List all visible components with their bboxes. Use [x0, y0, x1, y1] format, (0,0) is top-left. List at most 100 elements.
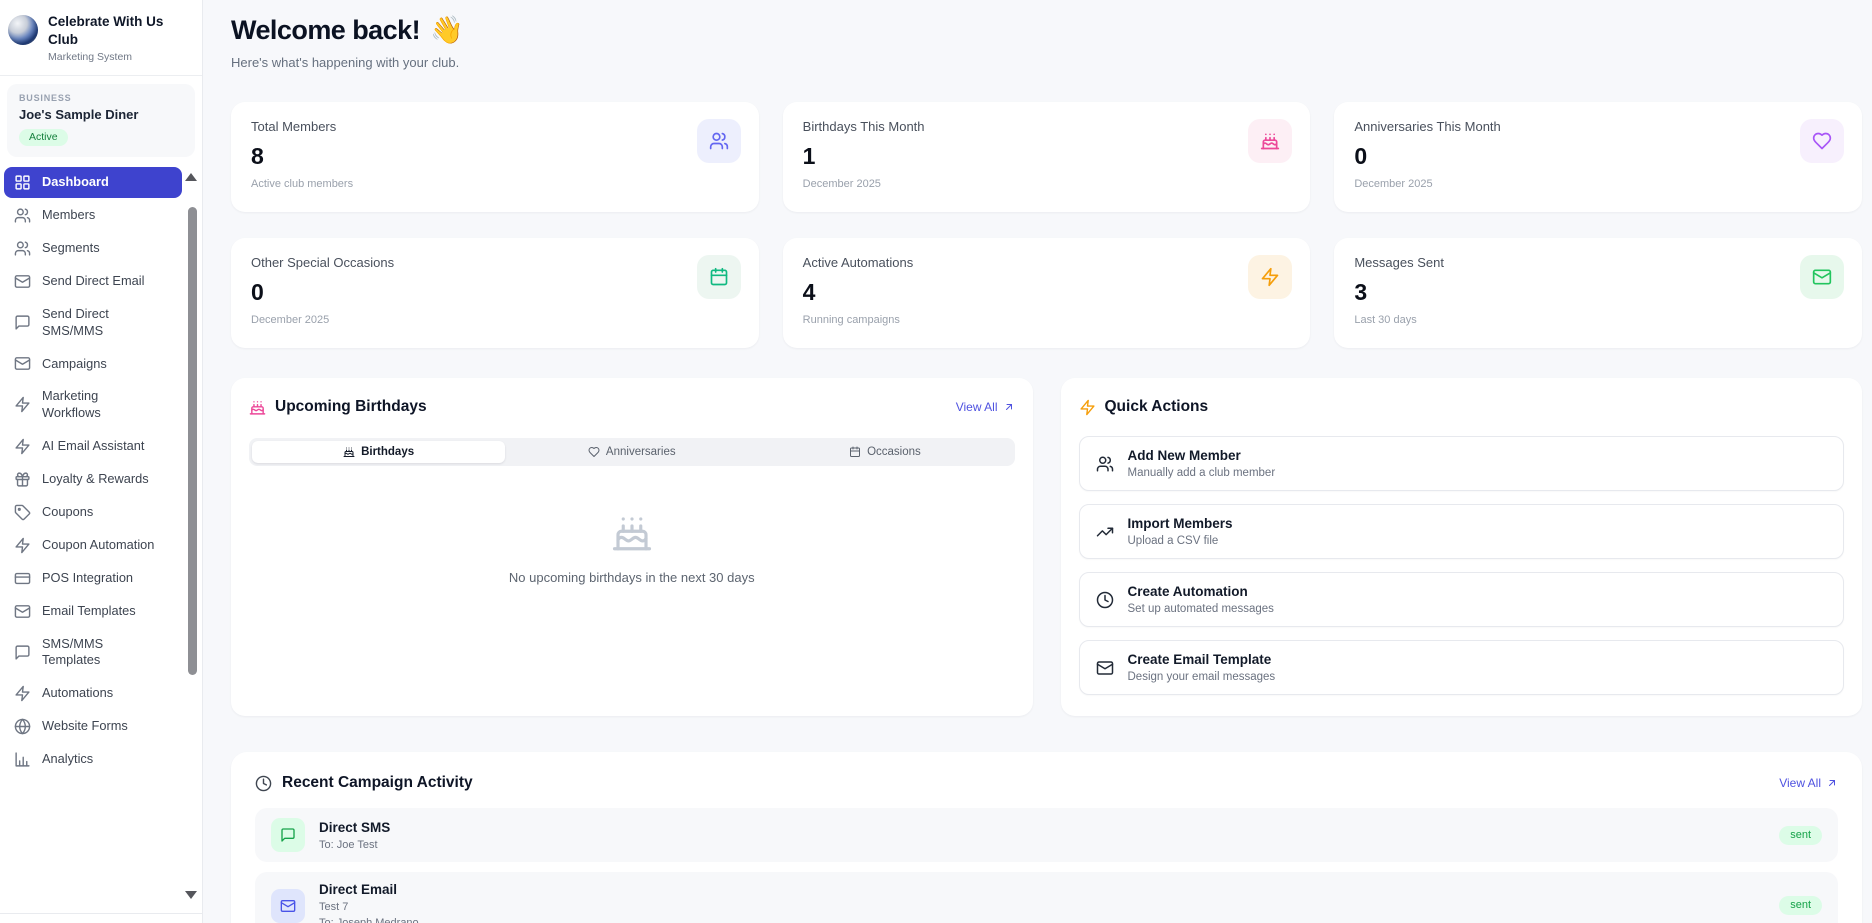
recent-campaign-activity-card: Recent Campaign Activity View All Direct… [231, 752, 1862, 923]
stat-sublabel: December 2025 [251, 314, 739, 326]
calendar-icon [697, 255, 741, 299]
app-logo [8, 15, 38, 45]
sidebar-item-dashboard[interactable]: Dashboard [4, 167, 182, 198]
action-subtitle: Manually add a club member [1128, 467, 1276, 479]
action-title: Import Members [1128, 516, 1233, 531]
cake-icon [611, 512, 653, 554]
gift-icon [14, 471, 31, 488]
credit-card-icon [14, 570, 31, 587]
stat-label: Messages Sent [1354, 255, 1842, 270]
stat-sublabel: Active club members [251, 178, 739, 190]
action-subtitle: Upload a CSV file [1128, 535, 1233, 547]
activity-subject: Test 7 [319, 901, 419, 913]
birthdays-view-all-link[interactable]: View All [956, 400, 1015, 414]
sidebar-item-label: Coupons [42, 504, 93, 521]
activity-row-direct-email[interactable]: Direct Email Test 7 To: Joseph Medrano s… [255, 872, 1838, 923]
sidebar-item-website-forms[interactable]: Website Forms [4, 711, 182, 742]
clock-icon [255, 775, 272, 792]
sidebar-item-members[interactable]: Members [4, 200, 182, 231]
page-subtitle: Here's what's happening with your club. [231, 55, 1862, 70]
action-title: Create Automation [1128, 584, 1274, 599]
stat-value: 4 [803, 279, 1291, 306]
sidebar-item-label: Loyalty & Rewards [42, 471, 149, 488]
app-header: Celebrate With Us Club Marketing System [0, 0, 202, 75]
stat-value: 8 [251, 143, 739, 170]
mail-icon [14, 273, 31, 290]
message-square-icon [14, 644, 31, 661]
import-members-button[interactable]: Import Members Upload a CSV file [1079, 504, 1845, 559]
sidebar-item-label: Analytics [42, 751, 93, 768]
stat-card-total-members: Total Members 8 Active club members [231, 102, 759, 212]
activity-title: Direct Email [319, 882, 419, 897]
tab-anniversaries[interactable]: Anniversaries [505, 441, 758, 463]
clock-icon [1096, 591, 1114, 609]
sidebar-item-label: Coupon Automation [42, 537, 154, 554]
bar-chart-icon [14, 751, 31, 768]
sidebar-item-label: Marketing Workflows [42, 388, 122, 421]
sidebar-item-loyalty-rewards[interactable]: Loyalty & Rewards [4, 464, 182, 495]
quick-actions-list: Add New Member Manually add a club membe… [1079, 436, 1845, 695]
main-content: Welcome back! 👋 Here's what's happening … [203, 0, 1872, 923]
sidebar-item-label: Send Direct Email [42, 273, 144, 290]
activity-row-direct-sms[interactable]: Direct SMS To: Joe Test sent [255, 808, 1838, 862]
sidebar-footer-divider [0, 913, 202, 923]
tab-occasions[interactable]: Occasions [758, 441, 1011, 463]
scroll-up-arrow-icon[interactable] [185, 173, 197, 181]
sidebar-scrollbar-thumb[interactable] [188, 207, 197, 675]
sidebar-item-sms-templates[interactable]: SMS/MMS Templates [4, 629, 182, 676]
sidebar-item-pos-integration[interactable]: POS Integration [4, 563, 182, 594]
tab-birthdays[interactable]: Birthdays [252, 441, 505, 463]
stats-grid: Total Members 8 Active club members Birt… [231, 102, 1862, 348]
divider [0, 75, 202, 76]
sidebar-item-label: SMS/MMS Templates [42, 636, 122, 669]
tab-label: Occasions [867, 446, 921, 458]
stat-value: 3 [1354, 279, 1842, 306]
sidebar-item-marketing-workflows[interactable]: Marketing Workflows [4, 381, 182, 428]
view-all-label: View All [956, 400, 998, 414]
empty-state-text: No upcoming birthdays in the next 30 day… [249, 570, 1015, 585]
scroll-down-arrow-icon[interactable] [185, 891, 197, 899]
business-status-badge: Active [19, 129, 68, 146]
cake-icon [1248, 119, 1292, 163]
stat-value: 0 [1354, 143, 1842, 170]
sidebar-item-send-direct-sms[interactable]: Send Direct SMS/MMS [4, 299, 182, 346]
user-plus-icon [1096, 455, 1114, 473]
sidebar-item-analytics[interactable]: Analytics [4, 744, 182, 775]
panels-row: Upcoming Birthdays View All Birthdays An… [231, 378, 1862, 716]
sidebar-item-segments[interactable]: Segments [4, 233, 182, 264]
sidebar-item-coupon-automation[interactable]: Coupon Automation [4, 530, 182, 561]
business-name: Joe's Sample Diner [19, 107, 183, 122]
stat-card-occasions: Other Special Occasions 0 December 2025 [231, 238, 759, 348]
stat-sublabel: December 2025 [803, 178, 1291, 190]
sidebar-item-email-templates[interactable]: Email Templates [4, 596, 182, 627]
activity-view-all-link[interactable]: View All [1779, 776, 1838, 790]
page-title-text: Welcome back! [231, 15, 420, 46]
app-subtitle: Marketing System [48, 51, 192, 63]
wave-emoji: 👋 [430, 14, 463, 46]
action-subtitle: Set up automated messages [1128, 603, 1274, 615]
zap-icon [14, 438, 31, 455]
sidebar-item-campaigns[interactable]: Campaigns [4, 348, 182, 379]
activity-recipient: To: Joseph Medrano [319, 917, 419, 923]
create-automation-button[interactable]: Create Automation Set up automated messa… [1079, 572, 1845, 627]
tag-icon [14, 504, 31, 521]
mail-icon [1096, 659, 1114, 677]
sidebar: Celebrate With Us Club Marketing System … [0, 0, 203, 923]
app-title: Celebrate With Us Club [48, 13, 192, 48]
sidebar-item-label: Segments [42, 240, 100, 257]
upcoming-birthdays-panel: Upcoming Birthdays View All Birthdays An… [231, 378, 1033, 716]
stat-card-active-automations: Active Automations 4 Running campaigns [783, 238, 1311, 348]
create-email-template-button[interactable]: Create Email Template Design your email … [1079, 640, 1845, 695]
birthdays-empty-state: No upcoming birthdays in the next 30 day… [249, 466, 1015, 585]
mail-icon [271, 889, 305, 923]
sidebar-item-ai-email-assistant[interactable]: AI Email Assistant [4, 431, 182, 462]
stat-label: Active Automations [803, 255, 1291, 270]
status-badge: sent [1779, 826, 1822, 845]
sidebar-item-send-direct-email[interactable]: Send Direct Email [4, 266, 182, 297]
mail-icon [14, 355, 31, 372]
add-new-member-button[interactable]: Add New Member Manually add a club membe… [1079, 436, 1845, 491]
quick-actions-panel: Quick Actions Add New Member Manually ad… [1061, 378, 1863, 716]
sidebar-item-coupons[interactable]: Coupons [4, 497, 182, 528]
activity-rows: Direct SMS To: Joe Test sent Direct Emai… [255, 808, 1838, 923]
sidebar-item-automations[interactable]: Automations [4, 678, 182, 709]
